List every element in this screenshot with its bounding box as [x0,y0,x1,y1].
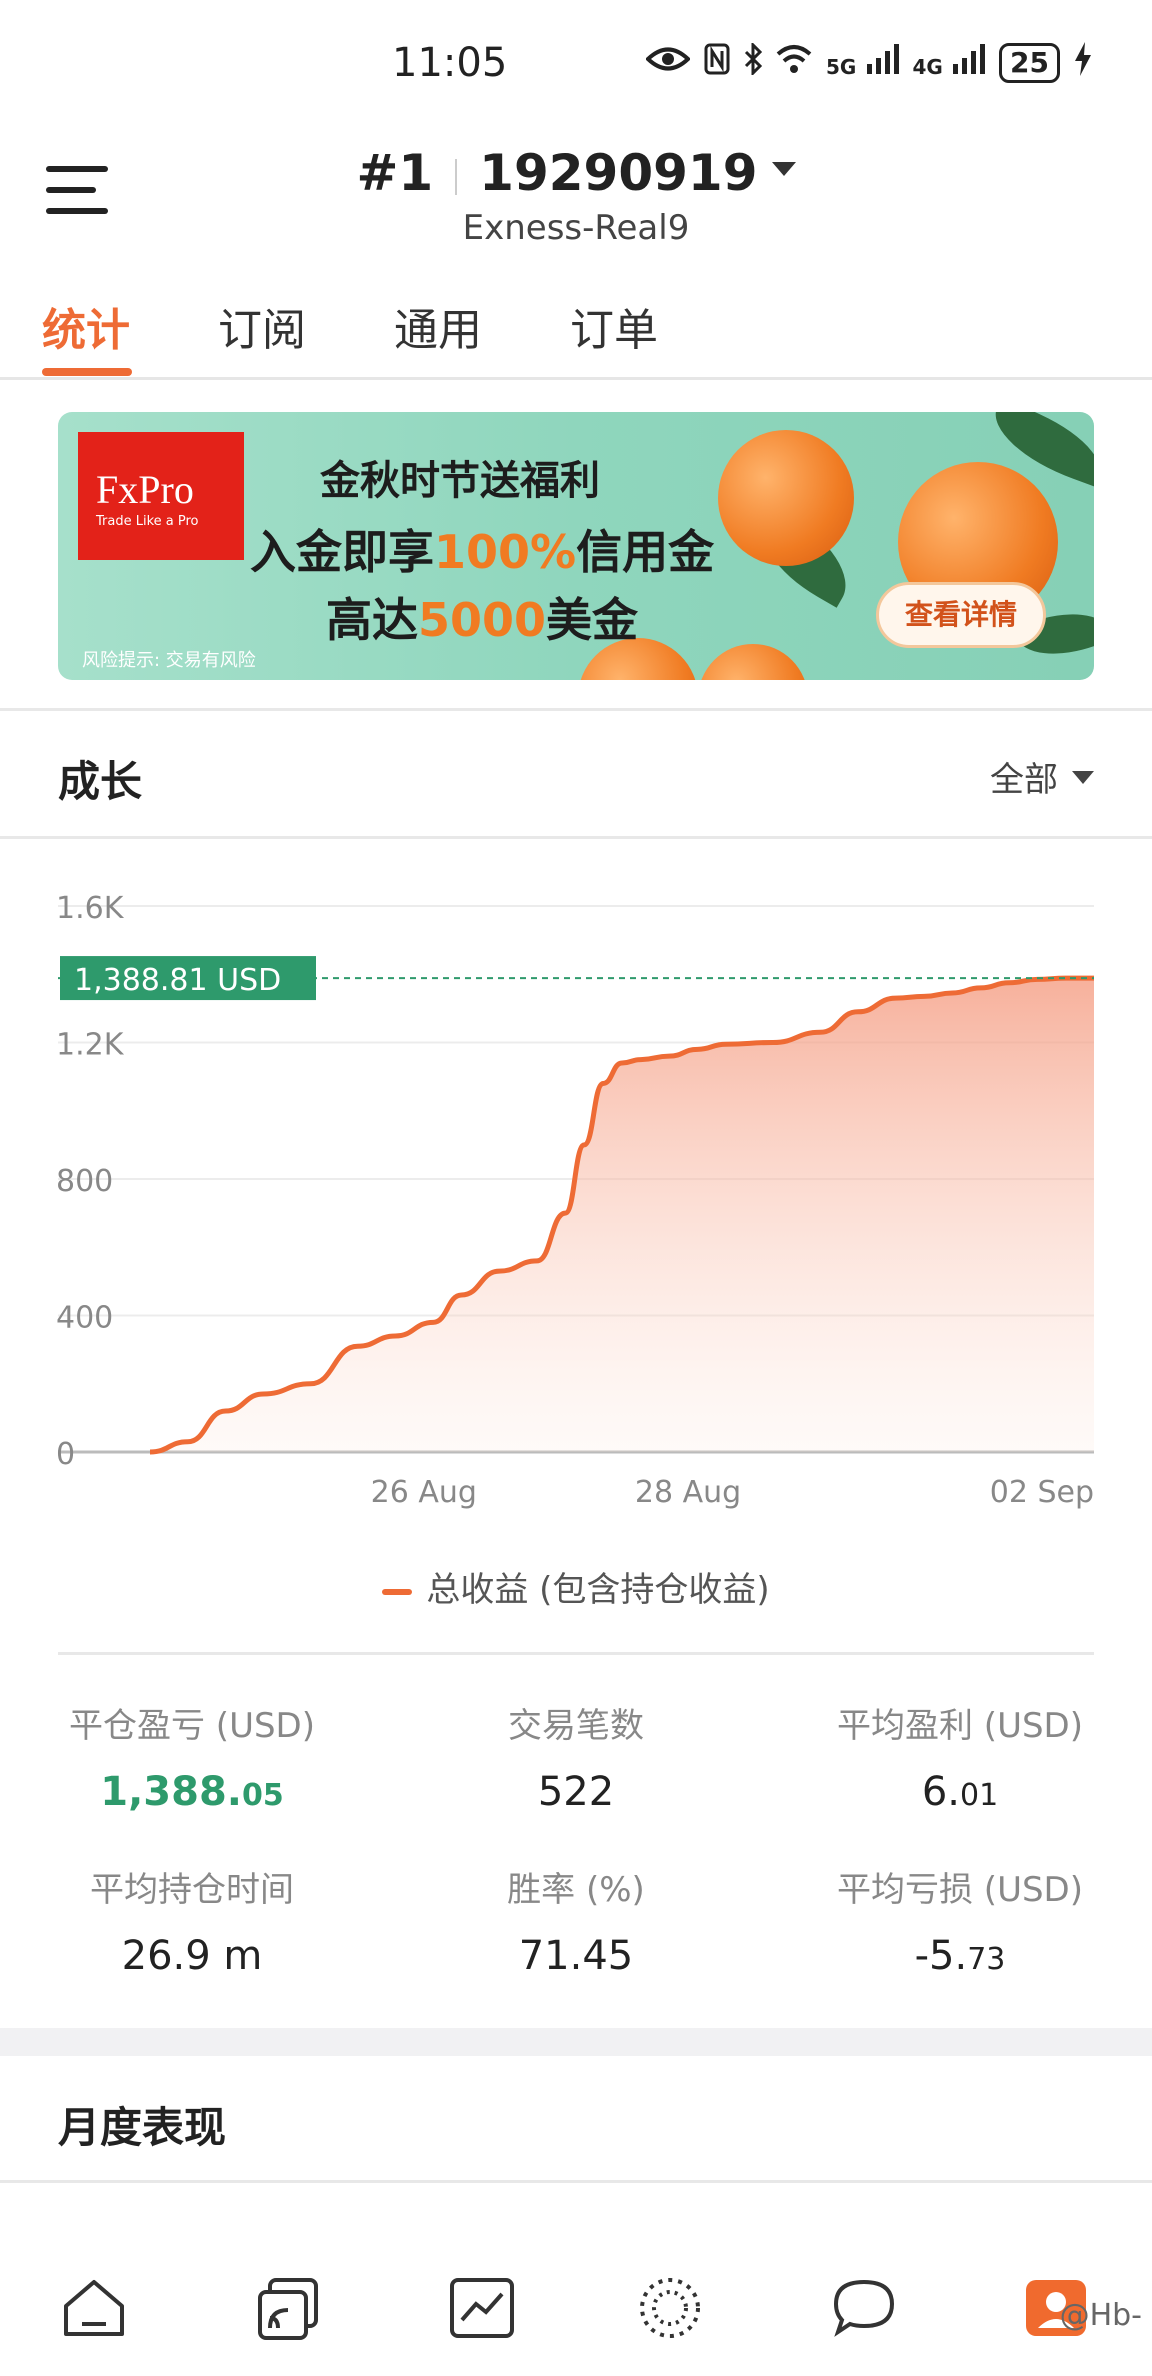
stat-win-rate: 胜率 (%) 71.45 [507,1870,645,1979]
wifi-icon [776,44,812,82]
status-icons: 5G 4G 25 [645,41,1092,84]
status-bar: 11:05 5G 4G 25 [0,0,1152,120]
battery-icon: 25 [999,43,1060,83]
tab-orders[interactable]: 订单 [570,294,658,358]
y-tick-label: 0 [56,1437,75,1472]
account-number: 19290919 [479,144,758,202]
legend-swatch [382,1588,413,1595]
stat-avg-profit: 平均盈利 (USD) 6.01 [837,1706,1083,1815]
account-server: Exness-Real9 [462,208,690,248]
promo-banner[interactable]: FxPro Trade Like a Pro 金秋时节送福利 入金即享100%信… [58,412,1094,680]
chart-icon [450,2278,514,2338]
watermark: @Hb- [1059,2298,1142,2333]
nav-copy[interactable] [252,2272,324,2344]
stat-closed-pnl: 平仓盈亏 (USD) 1,388.05 [69,1706,315,1815]
growth-chart[interactable]: 1.6K 1.2K 800 400 0 1,388.81 USD 26 Aug 28 Aug 0… [0,860,1152,1540]
community-icon [640,2278,700,2338]
x-tick-label: 26 Aug [371,1475,477,1510]
section-divider [0,2180,1152,2183]
view-details-button[interactable]: 查看详情 [876,582,1046,648]
stat-avg-loss: 平均亏损 (USD) -5.73 [837,1870,1083,1979]
y-tick-label: 800 [56,1164,113,1199]
eye-icon [645,44,691,82]
nav-chart[interactable] [446,2272,518,2344]
signal-5g-icon: 5G [826,44,899,82]
bottom-nav: @Hb- [0,2232,1152,2376]
tab-general[interactable]: 通用 [394,294,482,358]
chevron-down-icon [771,161,796,176]
orange-decoration [698,644,808,680]
nav-home[interactable] [58,2272,130,2344]
period-filter[interactable]: 全部 [990,752,1094,801]
account-header: #1 19290919 Exness-Real9 [0,120,1152,260]
series-area [150,978,1094,1452]
banner-headline: 金秋时节送福利 [320,458,600,504]
banner-amount-line: 高达5000美金 [326,593,639,647]
charging-icon [1074,42,1092,84]
section-gap [0,2028,1152,2056]
orange-decoration [718,430,854,566]
banner-offer-line: 入金即享100%信用金 [250,525,715,579]
x-tick-label: 02 Sep [990,1475,1094,1510]
y-tick-label: 1.2K [56,1028,125,1063]
section-divider [0,708,1152,711]
growth-title: 成长 [58,757,143,806]
tab-bar: 统计 订阅 通用 订单 [0,276,1152,380]
monthly-performance-title: 月度表现 [58,2103,227,2152]
stat-avg-hold-time: 平均持仓时间 26.9 m [90,1870,294,1979]
section-divider [58,1652,1094,1655]
y-tick-label: 400 [56,1301,113,1336]
account-index: #1 [356,144,434,202]
nav-chat[interactable] [828,2272,900,2344]
app-screen: 11:05 5G 4G 25 #1 19290919 Exness-Real9 … [0,0,1152,2376]
chat-icon [833,2279,895,2337]
nfc-icon [704,43,730,83]
copy-icon [258,2278,318,2340]
x-tick-label: 28 Aug [635,1475,741,1510]
stat-trade-count: 交易笔数 522 [508,1706,644,1815]
account-separator [455,158,458,195]
tab-statistics[interactable]: 统计 [42,294,130,358]
tab-indicator [42,368,132,376]
chevron-down-icon [1072,771,1094,784]
signal-4g-icon: 4G [913,44,986,82]
chart-legend: 总收益 (包含持仓收益) [0,1562,1152,1611]
bluetooth-icon [744,41,763,83]
account-selector[interactable]: #1 19290919 [0,144,1152,202]
home-icon [64,2280,124,2336]
legend-label: 总收益 (包含持仓收益) [426,1570,770,1610]
status-time: 11:05 [392,40,508,86]
current-value-label: 1,388.81 USD [74,963,281,998]
section-divider [0,836,1152,839]
tab-subscribe[interactable]: 订阅 [218,294,306,358]
fxpro-logo: FxPro Trade Like a Pro [78,432,244,560]
nav-community[interactable] [634,2272,706,2344]
y-tick-label: 1.6K [56,891,125,926]
risk-warning: 风险提示: 交易有风险 [82,650,256,671]
